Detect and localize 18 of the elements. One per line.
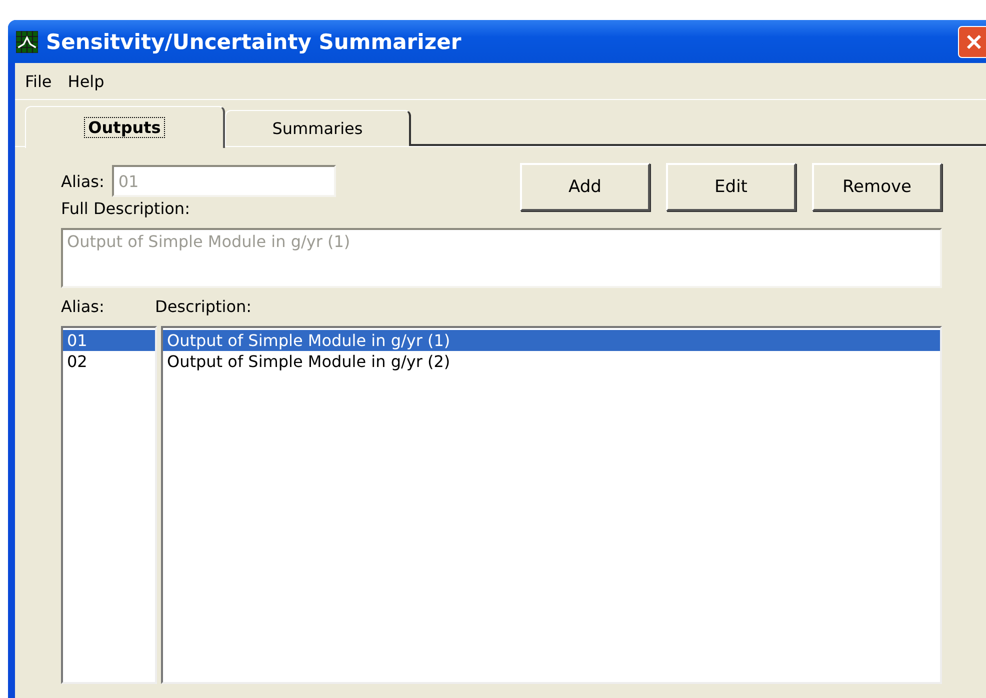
alias-list-item[interactable]: 01 <box>63 330 155 351</box>
description-column-header: Description: <box>155 296 252 316</box>
alias-list-item[interactable]: 02 <box>63 351 155 372</box>
alias-label: Alias: <box>61 172 104 190</box>
description-list-item[interactable]: Output of Simple Module in g/yr (2) <box>163 351 940 372</box>
window-title: Sensitvity/Uncertainty Summarizer <box>46 30 462 54</box>
alias-column-header: Alias: <box>61 296 106 316</box>
action-button[interactable]: Edit <box>666 163 796 211</box>
tab[interactable]: Summaries <box>225 110 411 146</box>
action-button[interactable]: Remove <box>812 163 942 211</box>
menu-item[interactable]: File <box>25 72 52 90</box>
close-button[interactable] <box>958 26 986 58</box>
description-list-item[interactable]: Output of Simple Module in g/yr (1) <box>163 330 940 351</box>
tab[interactable]: Outputs <box>25 106 225 148</box>
action-button[interactable]: Add <box>520 163 650 211</box>
menu-item[interactable]: Help <box>68 72 104 90</box>
full-description-label: Full Description: <box>61 199 191 218</box>
chart-icon <box>16 30 38 52</box>
